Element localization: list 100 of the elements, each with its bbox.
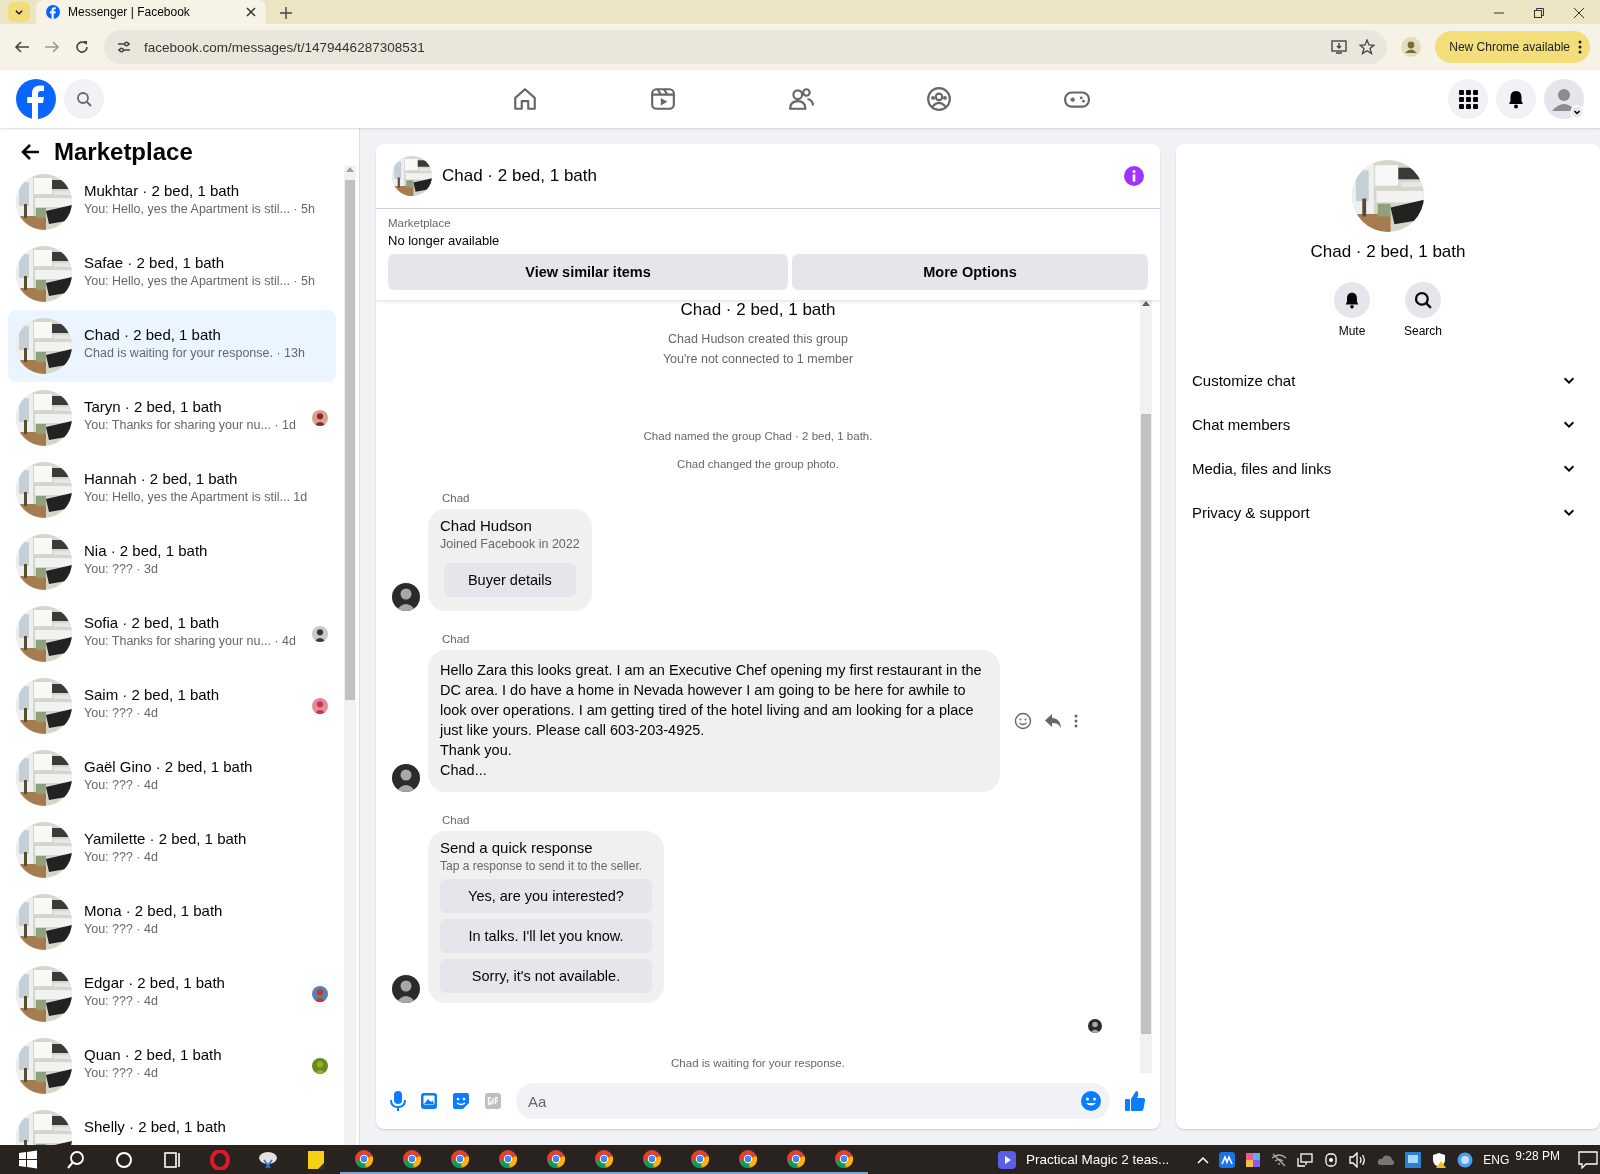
chrome-icon[interactable] <box>498 1148 518 1169</box>
menu-button[interactable] <box>1448 79 1488 119</box>
conversation-item[interactable]: Sofia · 2 bed, 1 bath You: Thanks for sharing your nu... · 4d <box>8 598 336 670</box>
app-icon[interactable] <box>1219 1151 1236 1168</box>
facebook-logo-icon[interactable] <box>16 79 56 119</box>
sender-name: Chad <box>442 633 470 645</box>
notification-icon[interactable] <box>1578 1150 1599 1169</box>
language-indicator[interactable]: ENG <box>1483 1152 1510 1167</box>
back-arrow-icon[interactable] <box>20 143 40 161</box>
profile-detail: Joined Facebook in 2022 <box>440 537 580 551</box>
video-icon[interactable] <box>650 86 676 112</box>
section-toggle[interactable]: Customize chat <box>1192 358 1584 402</box>
friends-icon[interactable] <box>788 86 814 112</box>
listing-button[interactable]: More Options <box>792 254 1148 290</box>
search-icon[interactable] <box>66 1149 86 1170</box>
restore-icon[interactable] <box>1534 8 1544 18</box>
emoji-icon[interactable] <box>1014 712 1032 730</box>
chrome-icon[interactable] <box>642 1148 662 1169</box>
chrome-icon[interactable] <box>594 1148 614 1169</box>
taskbar-task[interactable]: Practical Magic 2 teas... <box>988 1145 1180 1174</box>
conversation-item[interactable]: Mona · 2 bed, 1 bath You: ??? · 4d <box>8 886 336 958</box>
thumbs-up-icon[interactable] <box>1124 1090 1146 1112</box>
home-icon[interactable] <box>512 86 538 112</box>
chrome-icon[interactable] <box>738 1148 758 1169</box>
notifications-button[interactable] <box>1496 79 1536 119</box>
close-icon[interactable] <box>246 7 256 17</box>
forward-icon[interactable] <box>44 39 60 55</box>
section-toggle[interactable]: Privacy & support <box>1192 490 1584 534</box>
conversation-item[interactable]: Yamilette · 2 bed, 1 bath You: ??? · 4d <box>8 814 336 886</box>
reload-icon[interactable] <box>74 39 90 55</box>
message-input[interactable]: Aa <box>516 1083 1110 1119</box>
conversation-item[interactable]: Edgar · 2 bed, 1 bath You: ??? · 4d <box>8 958 336 1030</box>
more-icon[interactable] <box>1074 714 1078 728</box>
section-toggle[interactable]: Chat members <box>1192 402 1584 446</box>
conversation-item[interactable]: Hannah · 2 bed, 1 bath You: Hello, yes the Apartment is stil... 1d <box>8 454 336 526</box>
install-icon[interactable] <box>1331 39 1348 55</box>
new-tab-icon[interactable] <box>280 7 292 19</box>
opera-icon[interactable] <box>210 1149 230 1170</box>
reply-icon[interactable] <box>1044 712 1062 730</box>
account-icon[interactable] <box>1544 79 1584 119</box>
listing-status: No longer available <box>388 233 501 248</box>
conversation-item[interactable]: Nia · 2 bed, 1 bath You: ??? · 3d <box>8 526 336 598</box>
scrollbar-thumb[interactable] <box>345 180 355 700</box>
volume-icon[interactable] <box>1349 1151 1368 1168</box>
conversation-item[interactable]: Taryn · 2 bed, 1 bath You: Thanks for sharing your nu... · 1d <box>8 382 336 454</box>
conversation-item[interactable]: Mukhtar · 2 bed, 1 bath You: Hello, yes the Apartment is stil... · 5h <box>8 166 336 238</box>
emoji-icon[interactable] <box>1080 1090 1102 1112</box>
shield-icon[interactable] <box>1431 1151 1448 1168</box>
sticker-icon[interactable] <box>452 1092 470 1110</box>
chrome-icon[interactable] <box>834 1148 854 1169</box>
cloud-icon[interactable] <box>1377 1153 1396 1166</box>
buyer-details-button[interactable]: Buyer details <box>443 563 576 597</box>
chrome-icon[interactable] <box>402 1148 422 1169</box>
conversation-item[interactable]: Quan · 2 bed, 1 bath You: ??? · 4d <box>8 1030 336 1102</box>
sticky-note-icon[interactable] <box>306 1149 326 1170</box>
network-icon[interactable] <box>1297 1151 1314 1168</box>
quick-response-button[interactable]: In talks. I'll let you know. <box>440 919 652 953</box>
tab-list-button[interactable] <box>8 2 30 22</box>
chrome-icon[interactable] <box>786 1148 806 1169</box>
conversation-item[interactable]: Saim · 2 bed, 1 bath You: ??? · 4d <box>8 670 336 742</box>
conversation-name: Chad · 2 bed, 1 bath <box>84 326 222 343</box>
image-icon[interactable] <box>420 1092 438 1110</box>
camera-icon[interactable] <box>1323 1151 1340 1168</box>
clock-time[interactable]: 9:28 PM <box>1515 1149 1561 1163</box>
address-bar[interactable]: facebook.com/messages/t/1479446287308531 <box>104 30 1388 64</box>
chrome-icon[interactable] <box>354 1148 374 1169</box>
scrollbar-thumb[interactable] <box>1141 414 1151 1034</box>
chrome-icon[interactable] <box>690 1148 710 1169</box>
quick-response-button[interactable]: Sorry, it's not available. <box>440 959 652 993</box>
star-icon[interactable] <box>1359 39 1376 55</box>
wifi-off-icon[interactable] <box>1271 1151 1288 1168</box>
groups-icon[interactable] <box>926 86 952 112</box>
update-button[interactable]: New Chrome available <box>1435 31 1590 63</box>
globe-icon[interactable] <box>1457 1151 1474 1168</box>
profile-icon[interactable] <box>1401 37 1422 57</box>
chrome-icon[interactable] <box>546 1148 566 1169</box>
conversation-preview: You: Hello, yes the Apartment is stil... 1d <box>84 490 309 504</box>
conversation-name: Quan · 2 bed, 1 bath <box>84 1046 223 1063</box>
back-icon[interactable] <box>14 39 30 55</box>
conversation-name: Edgar · 2 bed, 1 bath <box>84 974 226 991</box>
site-settings-icon[interactable] <box>116 39 132 55</box>
circle-icon[interactable] <box>114 1149 134 1170</box>
task-view-icon[interactable] <box>162 1149 182 1170</box>
monitor-app-icon[interactable] <box>1405 1151 1422 1168</box>
search-button[interactable] <box>64 79 104 119</box>
windows-logo-icon[interactable] <box>18 1149 38 1170</box>
scroll-up-icon[interactable] <box>1142 300 1150 306</box>
section-toggle[interactable]: Media, files and links <box>1192 446 1584 490</box>
microphone-icon[interactable] <box>390 1091 406 1111</box>
conversation-preview: You: Thanks for sharing your nu... · 4d <box>84 634 297 648</box>
info-icon[interactable] <box>1124 166 1144 186</box>
conversation-item[interactable]: Gaël Gino · 2 bed, 1 bath You: ??? · 4d <box>8 742 336 814</box>
listing-button[interactable]: View similar items <box>388 254 788 290</box>
caret-up-icon[interactable] <box>1197 1155 1210 1164</box>
chrome-icon[interactable] <box>450 1148 470 1169</box>
quick-response-button[interactable]: Yes, are you interested? <box>440 879 652 913</box>
close-icon[interactable] <box>1574 8 1584 18</box>
conversation-item[interactable]: Safae · 2 bed, 1 bath You: Hello, yes the Apartment is stil... · 5h <box>8 238 336 310</box>
browser-tab[interactable]: Messenger | Facebook <box>36 0 266 24</box>
conversation-item[interactable]: Chad · 2 bed, 1 bath Chad is waiting for your response. · 13h <box>8 310 336 382</box>
